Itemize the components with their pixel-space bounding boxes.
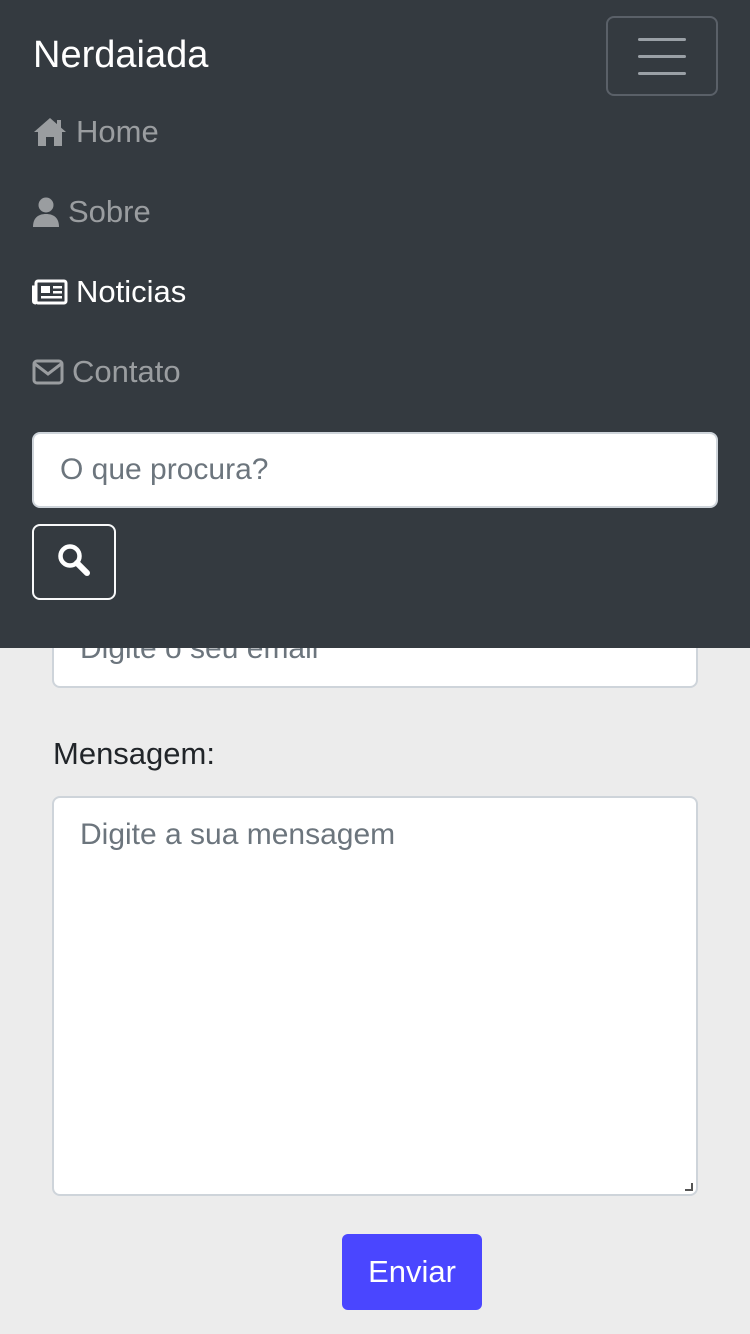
hamburger-icon: [638, 38, 686, 41]
brand-logo[interactable]: Nerdaiada: [33, 34, 208, 77]
message-textarea[interactable]: Digite a sua mensagem: [52, 796, 698, 1196]
message-label: Mensagem:: [53, 736, 215, 771]
nav-item-label: Home: [76, 114, 159, 149]
hamburger-icon-bar: [638, 72, 686, 75]
resize-handle-icon[interactable]: [685, 1183, 693, 1191]
nav-item-label: Contato: [72, 354, 181, 389]
nav-item-sobre[interactable]: Sobre: [32, 194, 151, 230]
message-placeholder: Digite a sua mensagem: [80, 818, 396, 851]
navbar: Nerdaiada Home Sobre Noticias Contato O …: [0, 0, 750, 648]
nav-item-home[interactable]: Home: [32, 114, 159, 150]
nav-item-label: Noticias: [76, 274, 187, 309]
user-icon: [32, 196, 60, 228]
home-icon: [32, 116, 68, 148]
submit-button[interactable]: Enviar: [342, 1234, 482, 1310]
nav-item-noticias[interactable]: Noticias: [32, 274, 186, 310]
navbar-toggler-button[interactable]: [606, 16, 718, 96]
search-icon: [57, 543, 91, 582]
newspaper-icon: [32, 279, 68, 305]
envelope-icon: [32, 359, 64, 385]
search-placeholder: O que procura?: [60, 453, 269, 486]
nav-item-contato[interactable]: Contato: [32, 354, 181, 390]
nav-item-label: Sobre: [68, 194, 151, 229]
search-button[interactable]: [32, 524, 116, 600]
search-input[interactable]: O que procura?: [32, 432, 718, 508]
hamburger-icon-bar: [638, 55, 686, 58]
